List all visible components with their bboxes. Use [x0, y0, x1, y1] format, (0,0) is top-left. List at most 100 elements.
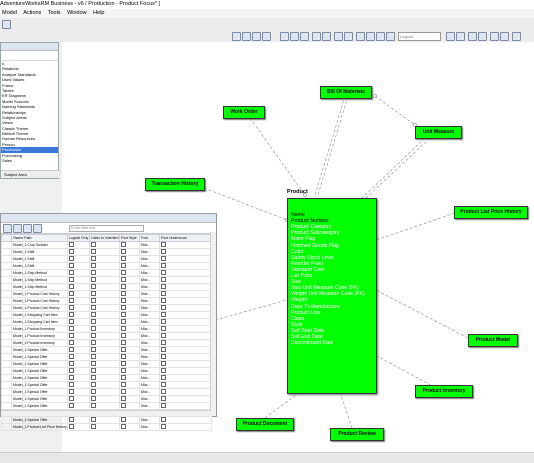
- font-cell[interactable]: Micr...: [139, 269, 160, 277]
- row-marker[interactable]: [1, 283, 12, 291]
- logical-only-checkbox[interactable]: [69, 291, 74, 296]
- font-style-checkbox[interactable]: [121, 249, 126, 254]
- font-cell[interactable]: Micr...: [139, 318, 160, 326]
- table-row[interactable]: Model_1.Special Offer Micr...: [1, 367, 212, 375]
- entity-transaction-history[interactable]: Transaction History: [145, 178, 205, 191]
- underscore-checkbox[interactable]: [161, 242, 166, 247]
- font-style-checkbox[interactable]: [121, 277, 126, 282]
- font-cell[interactable]: Micr...: [139, 423, 160, 431]
- sort-icon[interactable]: [3, 224, 12, 233]
- row-marker[interactable]: [1, 346, 12, 354]
- font-cell[interactable]: Micr...: [139, 395, 160, 403]
- underscore-checkbox[interactable]: [161, 305, 166, 310]
- table-row[interactable]: Model_1.Ship Method Micr...: [1, 276, 212, 284]
- font-style-checkbox[interactable]: [121, 361, 126, 366]
- inherited-checkbox[interactable]: [91, 270, 96, 275]
- inherited-checkbox[interactable]: [91, 277, 96, 282]
- underscore-checkbox[interactable]: [161, 319, 166, 324]
- horizontal-scrollbar[interactable]: [1, 410, 211, 416]
- font-cell[interactable]: Micr...: [139, 353, 160, 361]
- underscore-checkbox[interactable]: [161, 277, 166, 282]
- inherited-checkbox[interactable]: [91, 382, 96, 387]
- entity-product[interactable]: Name Product Number Product Category Pro…: [287, 198, 377, 394]
- logical-only-checkbox[interactable]: [69, 319, 74, 324]
- inherited-checkbox[interactable]: [91, 249, 96, 254]
- font-cell[interactable]: Micr...: [139, 360, 160, 368]
- row-marker[interactable]: [1, 332, 12, 340]
- inherited-checkbox[interactable]: [91, 361, 96, 366]
- underscore-checkbox[interactable]: [161, 298, 166, 303]
- font-cell[interactable]: Micr...: [139, 297, 160, 305]
- table-row[interactable]: Model_1.Special Offer Micr...: [1, 374, 212, 382]
- logical-only-checkbox[interactable]: [69, 424, 74, 429]
- logical-only-checkbox[interactable]: [69, 417, 74, 422]
- table-row[interactable]: Model_1.Product List Price History Micr..…: [1, 423, 212, 431]
- logical-only-checkbox[interactable]: [69, 305, 74, 310]
- font-cell[interactable]: Micr...: [139, 290, 160, 298]
- font-style-checkbox[interactable]: [121, 403, 126, 408]
- font-style-checkbox[interactable]: [121, 263, 126, 268]
- underscore-checkbox[interactable]: [161, 396, 166, 401]
- logical-only-checkbox[interactable]: [69, 333, 74, 338]
- table-row[interactable]: Model_1.Product Inventory Micr...: [1, 339, 212, 347]
- font-cell[interactable]: Micr...: [139, 255, 160, 263]
- font-style-checkbox[interactable]: [121, 305, 126, 310]
- tree-item[interactable]: Sales: [1, 158, 58, 163]
- font-cell[interactable]: Micr...: [139, 346, 160, 354]
- underscore-checkbox[interactable]: [161, 382, 166, 387]
- font-cell[interactable]: Micr...: [139, 276, 160, 284]
- column-header[interactable]: Owner Path: [11, 234, 68, 242]
- row-marker[interactable]: [1, 339, 12, 347]
- font-style-checkbox[interactable]: [121, 256, 126, 261]
- table-row[interactable]: Model_1.Ship Method Micr...: [1, 283, 212, 291]
- font-style-checkbox[interactable]: [121, 242, 126, 247]
- inherited-checkbox[interactable]: [91, 417, 96, 422]
- font-cell[interactable]: Micr...: [139, 388, 160, 396]
- row-marker[interactable]: [1, 311, 12, 319]
- column-header[interactable]: Font: [139, 234, 160, 242]
- inherited-checkbox[interactable]: [91, 263, 96, 268]
- entity-bill-of-materials[interactable]: Bill Of Materials: [320, 86, 372, 99]
- row-marker[interactable]: [1, 318, 12, 326]
- font-cell[interactable]: Micr...: [139, 241, 160, 249]
- font-style-checkbox[interactable]: [121, 291, 126, 296]
- font-cell[interactable]: Micr...: [139, 283, 160, 291]
- table-row[interactable]: Model_1.Special Offer Micr...: [1, 402, 212, 410]
- column-header[interactable]: Logical Only: [67, 234, 90, 242]
- entity-product-review[interactable]: Product Review: [330, 428, 384, 441]
- font-style-checkbox[interactable]: [121, 312, 126, 317]
- tab-subject-area[interactable]: Subject Area: [1, 170, 61, 178]
- table-row[interactable]: Model_1.Product Inventory Micr...: [1, 332, 212, 340]
- logical-only-checkbox[interactable]: [69, 249, 74, 254]
- inherited-checkbox[interactable]: [91, 326, 96, 331]
- inherited-checkbox[interactable]: [91, 312, 96, 317]
- row-marker[interactable]: [1, 248, 12, 256]
- column-header[interactable]: Font Underscore: [159, 234, 212, 242]
- logical-only-checkbox[interactable]: [69, 368, 74, 373]
- entity-product-list-price-history[interactable]: Product List Price History: [454, 206, 528, 219]
- font-style-checkbox[interactable]: [121, 270, 126, 275]
- entity-product-document[interactable]: Product Document: [236, 418, 294, 431]
- table-row[interactable]: Model_1.Special Offer Micr...: [1, 395, 212, 403]
- table-row[interactable]: Model_1.Product Cost History Micr...: [1, 290, 212, 298]
- inherited-checkbox[interactable]: [91, 284, 96, 289]
- underscore-checkbox[interactable]: [161, 249, 166, 254]
- row-marker[interactable]: [1, 402, 12, 410]
- font-style-checkbox[interactable]: [121, 298, 126, 303]
- export-icon[interactable]: [33, 224, 42, 233]
- row-marker[interactable]: [1, 241, 12, 249]
- logical-only-checkbox[interactable]: [69, 284, 74, 289]
- table-row[interactable]: Model_1.Shift Micr...: [1, 255, 212, 263]
- refresh-icon[interactable]: [23, 224, 32, 233]
- row-marker[interactable]: [1, 325, 12, 333]
- font-cell[interactable]: Micr...: [139, 339, 160, 347]
- underscore-checkbox[interactable]: [161, 270, 166, 275]
- font-style-checkbox[interactable]: [121, 319, 126, 324]
- table-row[interactable]: Model_1.Special Offer Micr...: [1, 346, 212, 354]
- inherited-checkbox[interactable]: [91, 305, 96, 310]
- underscore-checkbox[interactable]: [161, 326, 166, 331]
- font-cell[interactable]: Micr...: [139, 332, 160, 340]
- table-row[interactable]: Model_1.Shopping Cart Item Micr...: [1, 318, 212, 326]
- underscore-checkbox[interactable]: [161, 354, 166, 359]
- logical-only-checkbox[interactable]: [69, 256, 74, 261]
